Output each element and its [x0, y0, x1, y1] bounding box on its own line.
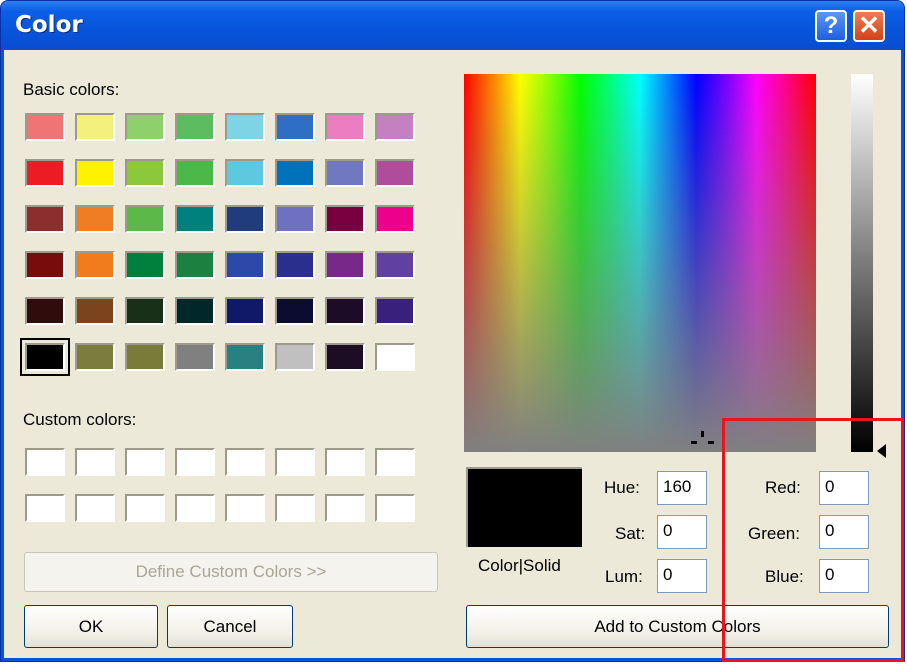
basic-color-swatch[interactable]	[75, 297, 115, 325]
custom-color-swatch[interactable]	[175, 494, 215, 522]
basic-color-swatch[interactable]	[275, 251, 315, 279]
basic-colors-label: Basic colors:	[23, 80, 120, 99]
crosshair-cursor	[701, 431, 704, 437]
basic-color-swatch[interactable]	[375, 205, 415, 233]
basic-color-swatch[interactable]	[275, 159, 315, 187]
custom-color-swatch[interactable]	[325, 448, 365, 476]
hue-field[interactable]: 160	[657, 471, 707, 505]
basic-color-swatch[interactable]	[325, 113, 365, 141]
basic-color-swatch[interactable]	[125, 251, 165, 279]
basic-color-swatch[interactable]	[325, 343, 365, 371]
custom-color-swatch[interactable]	[75, 448, 115, 476]
basic-color-swatch[interactable]	[275, 205, 315, 233]
basic-color-swatch[interactable]	[175, 159, 215, 187]
custom-color-swatch[interactable]	[225, 494, 265, 522]
basic-color-swatch[interactable]	[225, 159, 265, 187]
custom-color-swatch[interactable]	[275, 448, 315, 476]
basic-color-swatch[interactable]	[275, 113, 315, 141]
basic-color-swatch[interactable]	[175, 113, 215, 141]
custom-color-swatch[interactable]	[225, 448, 265, 476]
custom-color-swatch[interactable]	[275, 494, 315, 522]
basic-color-swatch[interactable]	[75, 251, 115, 279]
lum-field[interactable]: 0	[657, 559, 707, 593]
define-custom-colors-button[interactable]: Define Custom Colors >>	[24, 552, 438, 592]
title-bar[interactable]: Color ? ✕	[1, 1, 904, 51]
sat-field[interactable]: 0	[657, 515, 707, 549]
basic-color-swatch[interactable]	[75, 343, 115, 371]
sat-label: Sat:	[615, 524, 646, 543]
custom-color-swatch[interactable]	[125, 494, 165, 522]
basic-color-swatch[interactable]	[125, 159, 165, 187]
basic-color-swatch[interactable]	[175, 297, 215, 325]
close-button[interactable]: ✕	[853, 10, 885, 42]
basic-color-swatch[interactable]	[325, 297, 365, 325]
basic-color-swatch[interactable]	[225, 251, 265, 279]
hue-label: Hue:	[604, 478, 640, 497]
basic-color-swatch[interactable]	[175, 205, 215, 233]
basic-color-swatch[interactable]	[375, 343, 415, 371]
basic-color-swatch[interactable]	[125, 297, 165, 325]
basic-color-swatch[interactable]	[325, 205, 365, 233]
basic-color-swatch[interactable]	[275, 297, 315, 325]
lum-label: Lum:	[605, 567, 643, 586]
basic-color-swatch[interactable]	[25, 297, 65, 325]
basic-color-swatch[interactable]	[125, 343, 165, 371]
basic-color-swatch[interactable]	[125, 113, 165, 141]
custom-colors-label: Custom colors:	[23, 410, 137, 429]
basic-color-swatch[interactable]	[175, 343, 215, 371]
basic-color-swatch[interactable]	[225, 297, 265, 325]
red-highlight-box	[722, 418, 904, 662]
cancel-button[interactable]: Cancel	[167, 605, 293, 648]
basic-color-swatch[interactable]	[275, 343, 315, 371]
custom-color-swatch[interactable]	[375, 448, 415, 476]
crosshair-cursor-left	[691, 441, 697, 444]
basic-color-swatch[interactable]	[375, 251, 415, 279]
dialog-title: Color	[15, 12, 83, 38]
basic-color-swatch[interactable]	[75, 113, 115, 141]
custom-color-swatch[interactable]	[325, 494, 365, 522]
basic-color-swatch[interactable]	[375, 297, 415, 325]
basic-color-swatch[interactable]	[25, 251, 65, 279]
basic-color-swatch[interactable]	[225, 205, 265, 233]
basic-color-swatch[interactable]	[25, 159, 65, 187]
basic-color-swatch[interactable]	[325, 251, 365, 279]
basic-color-swatch[interactable]	[25, 113, 65, 141]
basic-color-swatch[interactable]	[325, 159, 365, 187]
basic-color-swatch[interactable]	[75, 205, 115, 233]
basic-color-swatch[interactable]	[125, 205, 165, 233]
basic-color-swatch[interactable]	[225, 113, 265, 141]
luminosity-bar[interactable]	[851, 74, 873, 452]
basic-color-swatch[interactable]	[375, 159, 415, 187]
custom-color-swatch[interactable]	[25, 494, 65, 522]
help-button[interactable]: ?	[815, 10, 847, 42]
custom-color-swatch[interactable]	[125, 448, 165, 476]
basic-color-swatch[interactable]	[175, 251, 215, 279]
color-solid-label: Color|Solid	[478, 556, 561, 575]
custom-color-swatch[interactable]	[375, 494, 415, 522]
custom-color-swatch[interactable]	[175, 448, 215, 476]
ok-button[interactable]: OK	[24, 605, 158, 648]
color-spectrum[interactable]	[464, 74, 816, 452]
basic-color-swatch[interactable]	[20, 338, 70, 376]
basic-color-swatch[interactable]	[225, 343, 265, 371]
basic-color-swatch[interactable]	[75, 159, 115, 187]
crosshair-cursor-right	[708, 441, 714, 444]
basic-color-swatch[interactable]	[375, 113, 415, 141]
custom-color-swatch[interactable]	[75, 494, 115, 522]
basic-color-swatch[interactable]	[25, 205, 65, 233]
color-preview	[466, 467, 582, 547]
custom-color-swatch[interactable]	[25, 448, 65, 476]
